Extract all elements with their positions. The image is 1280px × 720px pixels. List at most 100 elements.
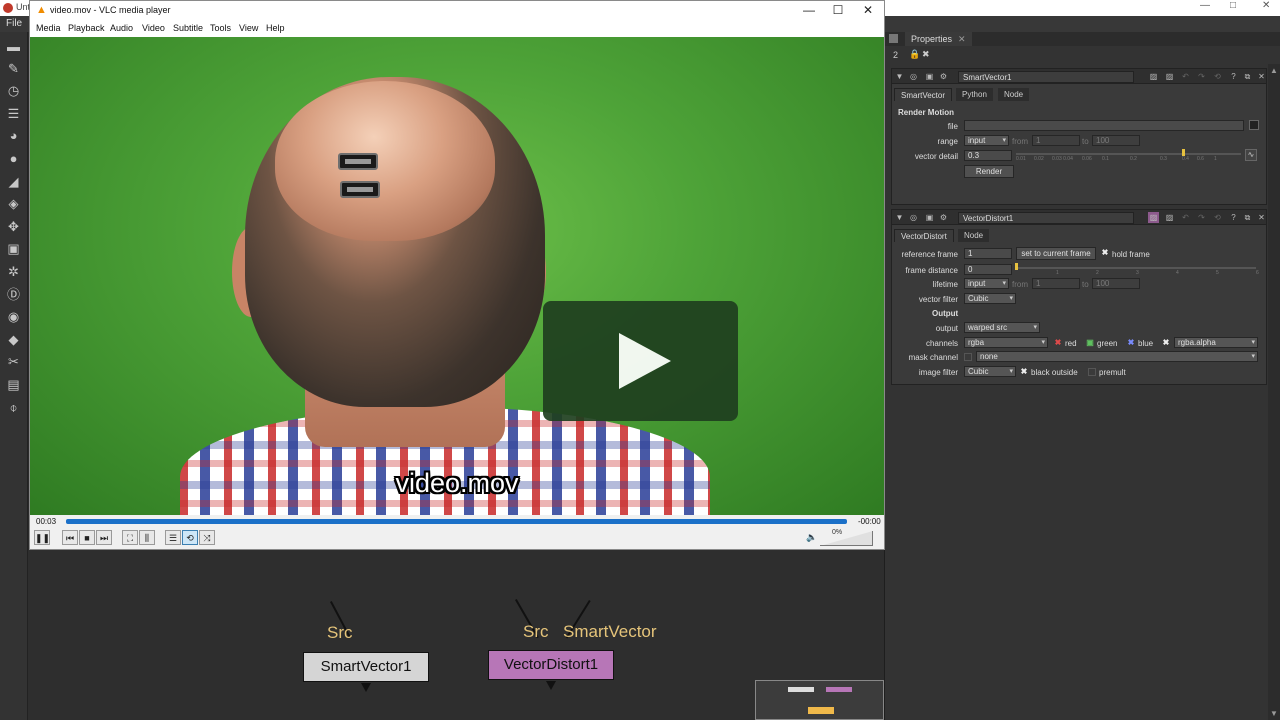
next-button[interactable]: ⏭ xyxy=(96,530,112,545)
undo-icon[interactable]: ↶ xyxy=(1180,212,1191,223)
range-dropdown[interactable]: input xyxy=(964,135,1009,146)
red-checkbox[interactable]: ✖ xyxy=(1054,339,1062,347)
properties-scrollbar[interactable]: ▲ ▼ xyxy=(1268,64,1280,720)
tab-node[interactable]: Node xyxy=(998,88,1030,101)
lifetime-dropdown[interactable]: input xyxy=(964,278,1009,289)
viewer-icon[interactable]: ▬ xyxy=(5,38,22,55)
file-browse-icon[interactable] xyxy=(1249,120,1259,130)
node-graph-minimap[interactable] xyxy=(755,680,884,720)
undo-icon[interactable]: ↶ xyxy=(1180,71,1191,82)
close-icon[interactable]: ✕ xyxy=(1256,71,1267,82)
render-button[interactable]: Render xyxy=(964,165,1014,178)
play-overlay-button[interactable] xyxy=(543,301,738,421)
premult-checkbox[interactable] xyxy=(1088,368,1096,376)
vlc-maximize-button[interactable]: ☐ xyxy=(823,3,853,17)
smartvector-node[interactable]: SmartVector1 xyxy=(303,652,429,682)
nuke-minimize-button[interactable]: — xyxy=(1200,0,1210,11)
animation-curve-icon[interactable]: ∿ xyxy=(1245,149,1257,161)
pause-button[interactable]: ❚❚ xyxy=(34,530,50,545)
vector-detail-slider-handle[interactable] xyxy=(1182,149,1185,156)
lifetime-to-input[interactable]: 100 xyxy=(1092,278,1140,289)
frame-distance-input[interactable]: 0 xyxy=(964,264,1012,275)
extended-settings-button[interactable]: ⫼ xyxy=(139,530,155,545)
paint-icon[interactable]: ✎ xyxy=(5,60,22,77)
tab-vectordistort[interactable]: VectorDistort xyxy=(894,229,954,242)
vector-filter-dropdown[interactable]: Cubic xyxy=(964,293,1016,304)
frame-distance-slider[interactable] xyxy=(1016,267,1256,269)
keyer-icon[interactable]: ◢ xyxy=(5,173,22,190)
hold-frame-checkbox[interactable]: ✖ xyxy=(1101,249,1109,257)
redo-icon[interactable]: ↷ xyxy=(1196,212,1207,223)
reference-frame-input[interactable]: 1 xyxy=(964,248,1012,259)
lifetime-from-input[interactable]: 1 xyxy=(1032,278,1080,289)
vlc-menu-video[interactable]: Video xyxy=(142,23,165,33)
node-color-icon[interactable]: ▣ xyxy=(924,212,935,223)
panel-menu-icon[interactable] xyxy=(889,34,898,43)
views-icon[interactable]: ◉ xyxy=(5,308,22,325)
vectordistort-node[interactable]: VectorDistort1 xyxy=(488,650,614,680)
filter-icon[interactable]: ● xyxy=(5,150,22,167)
close-icon[interactable]: ✕ xyxy=(1256,212,1267,223)
time-remaining[interactable]: -00:00 xyxy=(858,517,881,526)
random-button[interactable]: ⤨ xyxy=(199,530,215,545)
nuke-maximize-button[interactable]: □ xyxy=(1230,0,1236,11)
gear-icon[interactable]: ⚙ xyxy=(938,212,949,223)
fullscreen-button[interactable]: ⛶ xyxy=(122,530,138,545)
smartvector-name-field[interactable]: SmartVector1 xyxy=(958,71,1134,83)
vlc-menu-tools[interactable]: Tools xyxy=(210,23,231,33)
merge-icon[interactable]: ◈ xyxy=(5,195,22,212)
output-dropdown[interactable]: warped src xyxy=(964,322,1040,333)
playlist-button[interactable]: ☰ xyxy=(165,530,181,545)
color-swatch2-icon[interactable]: ▨ xyxy=(1164,71,1175,82)
revert-icon[interactable]: ⟲ xyxy=(1212,71,1223,82)
help-icon[interactable]: ? xyxy=(1228,212,1239,223)
mask-channel-checkbox[interactable] xyxy=(964,353,972,361)
previous-button[interactable]: ⏮ xyxy=(62,530,78,545)
vlc-minimize-button[interactable]: — xyxy=(794,3,824,17)
node-color-icon[interactable]: ▣ xyxy=(924,71,935,82)
loop-button[interactable]: ⟲ xyxy=(182,530,198,545)
vlc-menu-media[interactable]: Media xyxy=(36,23,61,33)
black-outside-checkbox[interactable]: ✖ xyxy=(1020,368,1028,376)
vector-detail-input[interactable]: 0.3 xyxy=(964,150,1012,161)
vectordistort-name-field[interactable]: VectorDistort1 xyxy=(958,212,1134,224)
tab-python[interactable]: Python xyxy=(956,88,993,101)
viewer-toggle-icon[interactable]: ◎ xyxy=(908,212,919,223)
vlc-menu-view[interactable]: View xyxy=(239,23,258,33)
green-checkbox[interactable]: ▣ xyxy=(1086,339,1094,347)
blue-checkbox[interactable]: ✖ xyxy=(1127,339,1135,347)
vlc-menu-audio[interactable]: Audio xyxy=(110,23,133,33)
mask-channel-dropdown[interactable]: none xyxy=(976,351,1258,362)
tab-smartvector[interactable]: SmartVector xyxy=(894,88,953,101)
video-area[interactable]: video.mov xyxy=(30,37,884,515)
plugin-icon[interactable]: ⌽ xyxy=(5,399,22,416)
seek-bar[interactable] xyxy=(66,519,847,524)
nuke-close-button[interactable]: ✕ xyxy=(1262,0,1270,11)
color-swatch2-icon[interactable]: ▨ xyxy=(1164,212,1175,223)
viewer-toggle-icon[interactable]: ◎ xyxy=(908,71,919,82)
vector-detail-slider[interactable] xyxy=(1016,153,1241,155)
vlc-menu-subtitle[interactable]: Subtitle xyxy=(173,23,203,33)
stop-button[interactable]: ■ xyxy=(79,530,95,545)
particles-icon[interactable]: ✲ xyxy=(5,263,22,280)
scroll-down-icon[interactable]: ▼ xyxy=(1270,709,1278,718)
range-to-input[interactable]: 100 xyxy=(1092,135,1140,146)
image-filter-dropdown[interactable]: Cubic xyxy=(964,366,1016,377)
frame-distance-slider-handle[interactable] xyxy=(1015,263,1018,270)
help-icon[interactable]: ? xyxy=(1228,71,1239,82)
revert-icon[interactable]: ⟲ xyxy=(1212,212,1223,223)
redo-icon[interactable]: ↷ xyxy=(1196,71,1207,82)
color-swatch-icon[interactable]: ▨ xyxy=(1148,212,1159,223)
scroll-up-icon[interactable]: ▲ xyxy=(1270,66,1278,75)
3d-icon[interactable]: ▣ xyxy=(5,240,22,257)
transform-icon[interactable]: ✥ xyxy=(5,218,22,235)
set-current-frame-button[interactable]: set to current frame xyxy=(1016,247,1096,260)
range-from-input[interactable]: 1 xyxy=(1032,135,1080,146)
collapse-icon[interactable]: ▼ xyxy=(894,71,905,82)
toolsets-icon[interactable]: ✂ xyxy=(5,353,22,370)
mute-icon[interactable]: 🔈 xyxy=(804,530,820,545)
nuke-menu-file[interactable]: File xyxy=(6,18,22,29)
vlc-menu-help[interactable]: Help xyxy=(266,23,285,33)
vlc-menu-playback[interactable]: Playback xyxy=(68,23,105,33)
volume-slider[interactable]: 0% xyxy=(820,529,873,546)
